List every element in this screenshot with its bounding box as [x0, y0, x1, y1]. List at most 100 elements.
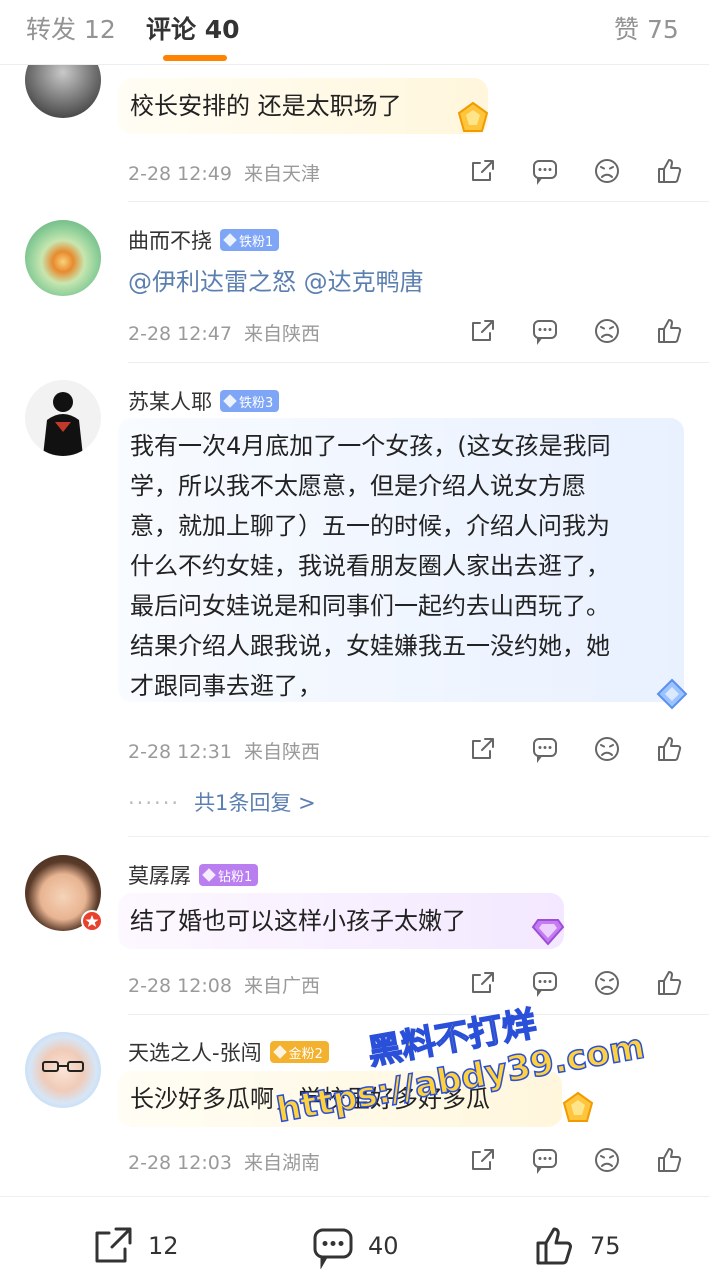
badge-label: 铁粉3	[239, 395, 274, 411]
share-icon[interactable]	[468, 156, 498, 186]
like-icon[interactable]	[654, 316, 684, 346]
comment-location: 来自广西	[244, 975, 321, 997]
comment-text: 校长安排的 还是太职场了	[130, 92, 402, 120]
comment-location: 来自陕西	[244, 741, 321, 763]
glasses-icon	[42, 1061, 84, 1072]
comment-text-line: 学，所以我不太愿意，但是介绍人说女方愿	[130, 472, 586, 500]
like-icon[interactable]	[654, 734, 684, 764]
comment-icon[interactable]	[530, 1145, 560, 1175]
repost-button[interactable]: 12	[90, 1223, 179, 1269]
comment-text: 长沙好多瓜啊，学校里好多好多瓜	[130, 1085, 490, 1113]
tab-likes[interactable]: 赞 75	[614, 10, 679, 46]
avatar[interactable]	[25, 1032, 101, 1108]
diamond-icon	[272, 1045, 287, 1059]
comment-location: 来自湖南	[244, 1152, 321, 1174]
comment-icon[interactable]	[530, 734, 560, 764]
comment-time: 2-28 12:31	[128, 741, 232, 763]
comment-username[interactable]: 天选之人-张闯 金粉2	[128, 1037, 329, 1067]
comment-username[interactable]: 苏某人耶 铁粉3	[128, 386, 280, 416]
share-icon[interactable]	[468, 968, 498, 998]
share-icon[interactable]	[468, 1145, 498, 1175]
view-replies-link[interactable]: ······ 共1条回复 >	[128, 787, 316, 817]
like-button[interactable]: 75	[532, 1223, 621, 1269]
share-icon[interactable]	[468, 316, 498, 346]
comment-text-line: 结果介绍人跟我说，女娃嫌我五一没约她，她	[130, 632, 610, 660]
blue-diamond-badge-icon	[656, 678, 688, 710]
comment-icon	[313, 1228, 353, 1269]
comment-meta: 2-28 12:03 来自湖南	[128, 1148, 320, 1175]
tab-comments[interactable]: 评论 40	[146, 10, 240, 46]
like-icon	[536, 1227, 572, 1265]
comment-bubble: 我有一次4月底加了一个女孩，(这女孩是我同 学，所以我不太愿意，但是介绍人说女方…	[118, 418, 684, 702]
comment-icon[interactable]	[530, 316, 560, 346]
like-icon[interactable]	[654, 156, 684, 186]
purple-gem-badge-icon	[531, 919, 565, 946]
comment-actions	[468, 316, 709, 346]
comment-meta: 2-28 12:31 来自陕西	[128, 737, 320, 764]
badge-label: 钻粉1	[218, 869, 253, 885]
comment-actions	[468, 1145, 709, 1175]
username-text[interactable]: 天选之人-张闯	[128, 1037, 262, 1067]
username-text[interactable]: 苏某人耶	[128, 386, 212, 416]
like-icon[interactable]	[654, 1145, 684, 1175]
divider	[128, 362, 709, 363]
share-icon[interactable]	[468, 734, 498, 764]
dislike-icon[interactable]	[592, 1145, 622, 1175]
badge-label: 铁粉1	[239, 234, 274, 250]
diamond-icon	[202, 868, 216, 882]
mention-link[interactable]: @伊利达雷之怒	[128, 268, 296, 296]
fan-badge: 钻粉1	[199, 864, 259, 886]
comment-username[interactable]: 曲而不挠 铁粉1	[128, 225, 280, 255]
comment-button[interactable]: 40	[310, 1223, 399, 1269]
fan-badge: 铁粉1	[220, 229, 280, 251]
tab-repost[interactable]: 转发 12	[26, 10, 116, 46]
repost-count: 12	[148, 1232, 179, 1260]
diamond-icon	[223, 233, 237, 247]
divider	[128, 201, 709, 202]
bottom-action-bar: 12 40 75	[0, 1196, 709, 1281]
comment-bubble: 长沙好多瓜啊，学校里好多好多瓜	[118, 1071, 562, 1127]
username-text[interactable]: 曲而不挠	[128, 225, 212, 255]
badge-label: 金粉2	[288, 1046, 323, 1062]
comment-text: 结了婚也可以这样小孩子太嫩了	[130, 907, 466, 935]
comment-text-line: 才跟同事去逛了，	[130, 672, 322, 700]
comment-count: 40	[368, 1232, 399, 1260]
comment-location: 来自天津	[244, 163, 321, 185]
fan-badge: 金粉2	[269, 1041, 329, 1063]
dislike-icon[interactable]	[592, 156, 622, 186]
comment-actions	[468, 156, 709, 186]
comment-time: 2-28 12:47	[128, 323, 232, 345]
comment-text-line: 意，就加上聊了）五一的时候，介绍人问我为	[130, 512, 610, 540]
username-text[interactable]: 莫孱孱	[128, 860, 191, 890]
avatar[interactable]	[25, 220, 101, 296]
active-tab-indicator	[163, 55, 227, 61]
comment-bubble: 结了婚也可以这样小孩子太嫩了	[118, 893, 564, 949]
avatar[interactable]	[25, 380, 101, 456]
like-icon[interactable]	[654, 968, 684, 998]
like-count: 75	[590, 1232, 621, 1260]
divider	[128, 836, 709, 837]
comment-time: 2-28 12:08	[128, 975, 232, 997]
reply-dots: ······	[128, 791, 181, 815]
comment-time: 2-28 12:03	[128, 1152, 232, 1174]
diamond-icon	[223, 394, 237, 408]
mention-link[interactable]: @达克鸭唐	[304, 268, 424, 296]
dislike-icon[interactable]	[592, 316, 622, 346]
comment-text: @伊利达雷之怒 @达克鸭唐	[128, 262, 424, 302]
comment-meta: 2-28 12:47 来自陕西	[128, 319, 320, 346]
comment-icon[interactable]	[530, 968, 560, 998]
comment-username[interactable]: 莫孱孱 钻粉1	[128, 860, 259, 890]
comment-icon[interactable]	[530, 156, 560, 186]
comment-text-line: 我有一次4月底加了一个女孩，(这女孩是我同	[130, 432, 611, 460]
comment-bubble: 校长安排的 还是太职场了	[118, 78, 488, 134]
comment-text-line: 最后问女娃说是和同事们一起约去山西玩了。	[130, 592, 610, 620]
replies-label[interactable]: 共1条回复 >	[194, 791, 316, 815]
comment-meta: 2-28 12:49 来自天津	[128, 159, 320, 186]
dislike-icon[interactable]	[592, 734, 622, 764]
comment-location: 来自陕西	[244, 323, 321, 345]
verified-icon	[81, 910, 103, 932]
dislike-icon[interactable]	[592, 968, 622, 998]
comment-actions	[468, 734, 709, 764]
comment-text-line: 什么不约女娃，我说看朋友圈人家出去逛了，	[130, 552, 610, 580]
comment-actions	[468, 968, 709, 998]
